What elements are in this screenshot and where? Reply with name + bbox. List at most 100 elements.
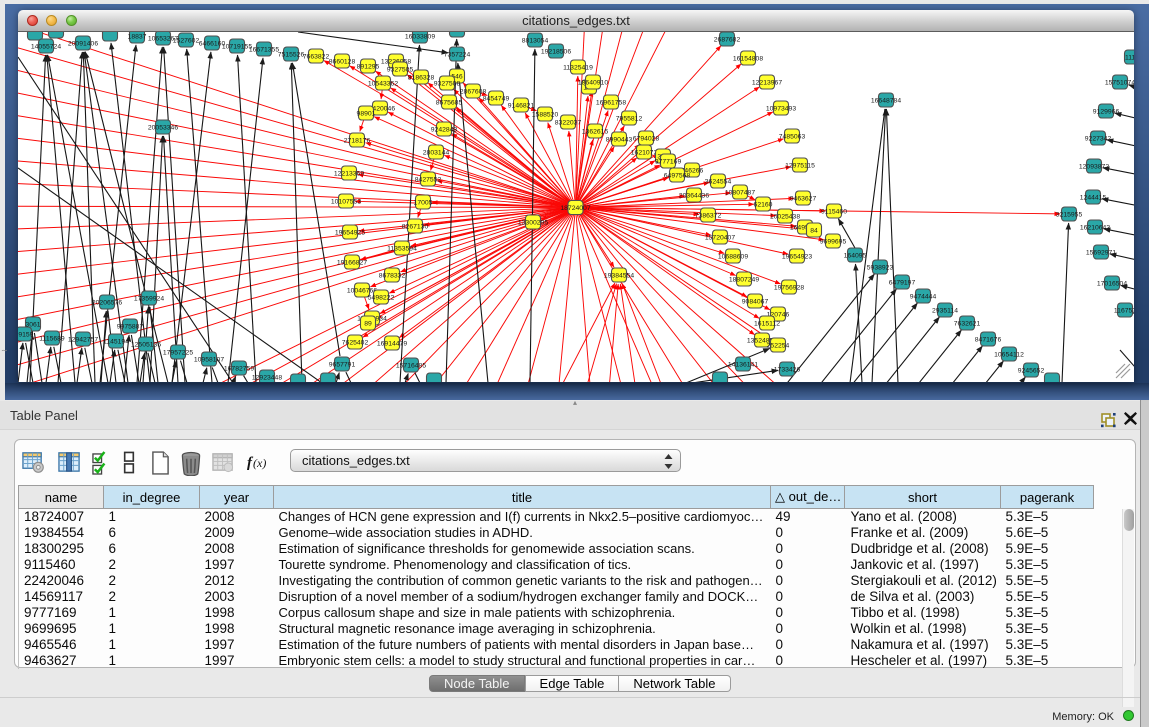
svg-text:9657791: 9657791 [329, 361, 356, 368]
svg-text:9129966: 9129966 [1093, 108, 1120, 115]
svg-text:15720407: 15720407 [705, 234, 735, 241]
svg-text:10046766: 10046766 [347, 287, 377, 294]
svg-text:16210643: 16210643 [1080, 224, 1110, 231]
svg-text:19756928: 19756928 [774, 284, 804, 291]
svg-text:6794028: 6794028 [633, 135, 660, 142]
svg-text:116753: 116753 [1114, 307, 1134, 314]
svg-text:10025438: 10025438 [770, 213, 800, 220]
svg-text:9084067: 9084067 [742, 298, 769, 305]
svg-text:2935114: 2935114 [932, 307, 958, 314]
svg-text:3624554: 3624554 [705, 178, 732, 185]
svg-text:19218506: 19218506 [541, 48, 571, 55]
svg-text:3215955: 3215955 [1056, 211, 1083, 218]
svg-text:(x): (x) [253, 456, 266, 470]
svg-text:19384554: 19384554 [604, 272, 634, 279]
svg-text:16154808: 16154808 [733, 55, 763, 62]
svg-text:9227342: 9227342 [1085, 135, 1112, 142]
svg-text:9327505: 9327505 [387, 66, 414, 73]
svg-text:19654923: 19654923 [782, 253, 812, 260]
svg-text:16961758: 16961758 [596, 99, 626, 106]
svg-text:19654925: 19654925 [335, 229, 365, 236]
svg-text:1621072: 1621072 [631, 149, 658, 156]
svg-text:1115689: 1115689 [39, 335, 65, 342]
svg-text:17359924: 17359924 [134, 295, 164, 302]
svg-text:12975115: 12975115 [785, 162, 815, 169]
svg-text:9474444: 9474444 [910, 293, 937, 300]
svg-text:1733426: 1733426 [774, 366, 801, 373]
svg-text:5498222: 5498222 [368, 294, 395, 301]
svg-text:20091406: 20091406 [68, 40, 98, 47]
svg-text:11353594: 11353594 [387, 245, 417, 252]
svg-text:891295: 891295 [357, 63, 380, 70]
svg-text:10958107: 10958107 [194, 356, 224, 363]
svg-text:10107553: 10107553 [331, 198, 361, 205]
svg-text:9463627: 9463627 [790, 195, 817, 202]
svg-text:10719155: 10719155 [222, 43, 252, 50]
svg-text:2718176: 2718176 [344, 137, 371, 144]
svg-text:62160: 62160 [754, 201, 773, 208]
svg-text:8267130: 8267130 [402, 223, 429, 230]
svg-text:6497568: 6497568 [664, 172, 691, 179]
svg-text:9146821: 9146821 [508, 102, 535, 109]
svg-text:9115460: 9115460 [821, 208, 847, 215]
svg-text:7357224: 7357224 [444, 51, 471, 58]
svg-text:1244415: 1244415 [1080, 194, 1107, 201]
svg-text:10973493: 10973493 [766, 105, 796, 112]
svg-text:252254: 252254 [767, 342, 790, 349]
svg-text:2867608: 2867608 [460, 88, 487, 95]
svg-text:12093872: 12093872 [1079, 163, 1109, 170]
svg-text:7625402: 7625402 [342, 339, 369, 346]
svg-text:1362615: 1362615 [582, 128, 609, 135]
svg-text:17016504: 17016504 [1097, 280, 1127, 287]
svg-text:16782759: 16782759 [224, 365, 254, 372]
svg-text:11325419: 11325419 [563, 64, 593, 71]
svg-text:16033809: 16033809 [405, 33, 435, 40]
svg-text:1615112: 1615112 [754, 320, 780, 327]
svg-text:1527602: 1527602 [173, 37, 200, 44]
svg-text:7663822: 7663822 [303, 53, 330, 60]
svg-text:9777169: 9777169 [655, 158, 682, 165]
svg-text:89: 89 [364, 320, 372, 327]
svg-text:16648784: 16648784 [871, 97, 901, 104]
svg-text:15692971: 15692971 [1086, 249, 1116, 256]
svg-text:1588520: 1588520 [532, 111, 559, 118]
svg-text:2803144: 2803144 [423, 149, 450, 156]
svg-text:7386372: 7386372 [695, 212, 722, 219]
svg-text:6479197: 6479197 [889, 279, 916, 286]
svg-text:1145194: 1145194 [103, 338, 129, 345]
svg-text:8322037: 8322037 [555, 119, 582, 126]
svg-text:8471676: 8471676 [975, 336, 1002, 343]
svg-text:9245652: 9245652 [1018, 367, 1045, 374]
svg-text:14055724: 14055724 [31, 43, 61, 50]
svg-text:20206576: 20206576 [92, 299, 122, 306]
svg-text:17005: 17005 [414, 199, 433, 206]
svg-text:10807487: 10807487 [725, 189, 755, 196]
svg-text:20364436: 20364436 [679, 192, 709, 199]
svg-text:84: 84 [810, 227, 818, 234]
svg-text:2687682: 2687682 [714, 36, 741, 43]
svg-text:13300295: 13300295 [518, 219, 548, 226]
svg-text:8186328: 8186328 [408, 74, 435, 81]
svg-text:18837: 18837 [128, 33, 147, 40]
svg-text:15716485: 15716485 [396, 362, 426, 369]
svg-text:12505135: 12505135 [131, 341, 161, 348]
svg-text:1112: 1112 [1125, 54, 1134, 61]
svg-text:19166827: 19166827 [337, 259, 367, 266]
svg-text:12942757: 12942757 [68, 336, 98, 343]
svg-text:18640910: 18640910 [578, 79, 608, 86]
svg-text:16914479: 16914479 [377, 340, 407, 347]
svg-text:39159: 39159 [18, 331, 34, 338]
svg-text:15751074: 15751074 [1105, 79, 1134, 86]
svg-text:14136141: 14136141 [728, 361, 758, 368]
svg-text:18807249: 18807249 [729, 276, 759, 283]
svg-text:7955812: 7955812 [616, 115, 643, 122]
svg-text:5938923: 5938923 [867, 264, 894, 271]
svg-text:20053346: 20053346 [148, 124, 178, 131]
svg-text:12213967: 12213967 [752, 79, 782, 86]
svg-text:8678332: 8678332 [379, 272, 406, 279]
svg-text:18724007: 18724007 [560, 205, 590, 212]
svg-text:98901: 98901 [357, 110, 376, 117]
svg-text:12213369: 12213369 [334, 170, 364, 177]
svg-text:164095: 164095 [844, 252, 867, 259]
svg-text:12923448: 12923448 [252, 374, 282, 381]
